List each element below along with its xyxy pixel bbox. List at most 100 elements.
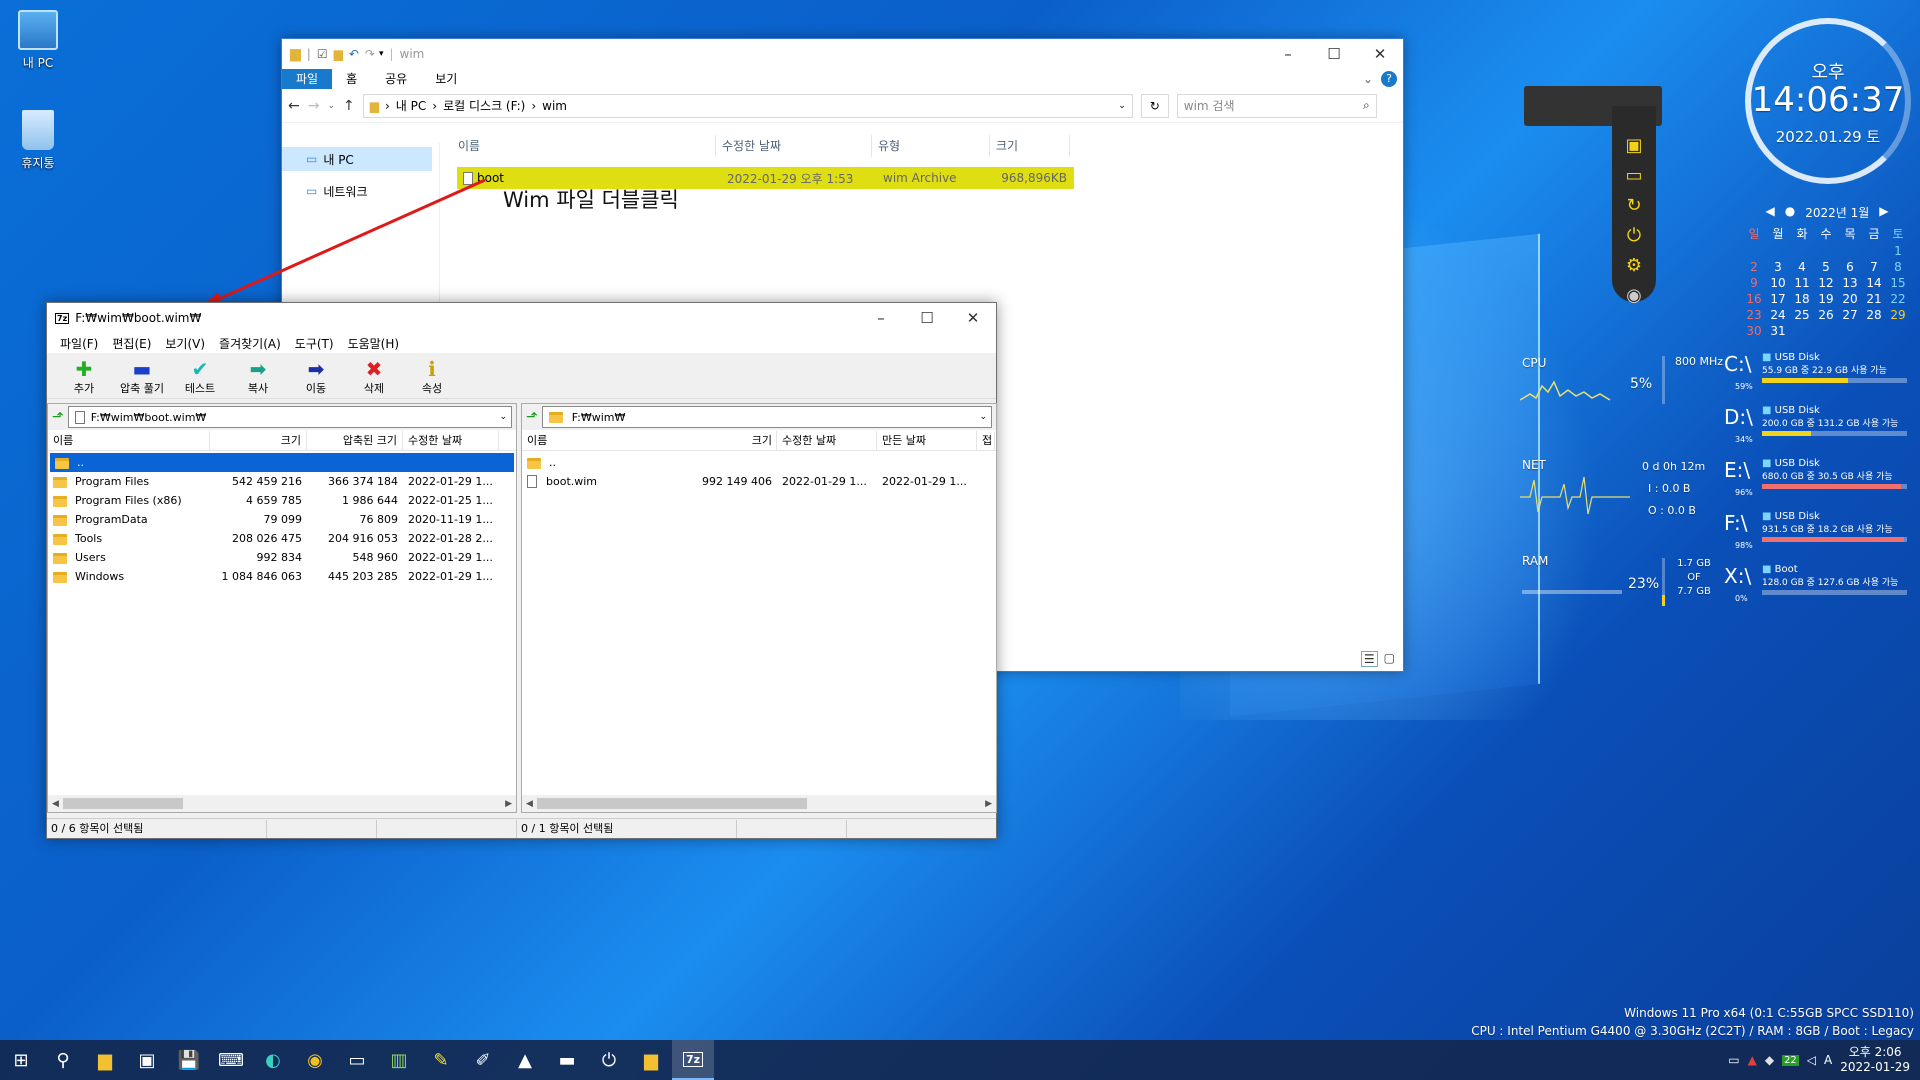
settings-icon[interactable]: ⚙ <box>1612 250 1656 280</box>
delete-button[interactable]: ✖ 삭제 <box>345 354 403 398</box>
calendar-day[interactable]: 18 <box>1790 292 1814 306</box>
list-item[interactable]: Program Files 542 459 216 366 374 184 2022-… <box>48 472 516 491</box>
taskbar-notes-app[interactable]: ✎ <box>420 1040 462 1080</box>
menu-file[interactable]: 파일(F) <box>53 335 105 352</box>
today-dot-icon[interactable]: ● <box>1785 204 1795 221</box>
prev-month-icon[interactable]: ◀ <box>1765 204 1774 221</box>
scroll-left-icon[interactable]: ◀ <box>522 799 537 809</box>
col-created[interactable]: 만든 날짜 <box>877 430 977 451</box>
list-item[interactable]: ProgramData 79 099 76 809 2020-11-19 1... <box>48 510 516 529</box>
left-path-box[interactable]: F:₩wim₩boot.wim₩ ⌄ <box>67 406 512 428</box>
power-icon[interactable]: ⏻ <box>1612 220 1656 250</box>
list-item[interactable]: Program Files (x86) 4 659 785 1 986 644 202… <box>48 491 516 510</box>
taskbar-archive-app[interactable]: ▥ <box>378 1040 420 1080</box>
calendar-day[interactable]: 28 <box>1862 308 1886 322</box>
window-icon[interactable]: ▣ <box>1612 130 1656 160</box>
disc-icon[interactable]: ◉ <box>1612 280 1656 310</box>
taskbar-edge[interactable]: ◐ <box>252 1040 294 1080</box>
drive-item[interactable]: X:\ 0% ■ Boot 128.0 GB 중 127.6 GB 사용 가능 <box>1724 564 1914 614</box>
path-dropdown-icon[interactable]: ⌄ <box>499 412 507 422</box>
drive-item[interactable]: F:\ 98% ■ USB Disk 931.5 GB 중 18.2 GB 사용 가능 <box>1724 511 1914 561</box>
close-button[interactable]: ✕ <box>950 303 996 333</box>
menu-edit[interactable]: 편집(E) <box>105 335 158 352</box>
taskbar-writer-app[interactable]: ✐ <box>462 1040 504 1080</box>
taskbar-terminal[interactable]: ▣ <box>126 1040 168 1080</box>
taskbar-image-app[interactable]: ▲ <box>504 1040 546 1080</box>
calendar-day[interactable]: 2 <box>1742 260 1766 274</box>
taskbar-save-app[interactable]: 💾 <box>168 1040 210 1080</box>
next-month-icon[interactable]: ▶ <box>1879 204 1888 221</box>
calendar-day[interactable]: 12 <box>1814 276 1838 290</box>
calendar-day[interactable]: 6 <box>1838 260 1862 274</box>
move-button[interactable]: ➡ 이동 <box>287 354 345 398</box>
path-dropdown-icon[interactable]: ⌄ <box>979 412 987 422</box>
calendar-day[interactable]: 20 <box>1838 292 1862 306</box>
list-item[interactable]: .. <box>50 453 514 472</box>
calendar-day[interactable]: 26 <box>1814 308 1838 322</box>
menu-help[interactable]: 도움말(H) <box>341 335 407 352</box>
start-button[interactable]: ⊞ <box>0 1040 42 1080</box>
calendar-day[interactable]: 1 <box>1886 244 1910 258</box>
calendar-day[interactable]: 21 <box>1862 292 1886 306</box>
volume-icon[interactable]: ◁ <box>1807 1053 1816 1067</box>
calendar-day[interactable]: 19 <box>1814 292 1838 306</box>
calendar-day[interactable]: 17 <box>1766 292 1790 306</box>
scroll-right-icon[interactable]: ▶ <box>501 799 516 809</box>
taskbar-monitor-app[interactable]: ▭ <box>336 1040 378 1080</box>
calendar-day[interactable]: 24 <box>1766 308 1790 322</box>
menu-favorites[interactable]: 즐겨찾기(A) <box>212 335 288 352</box>
calendar-day[interactable]: 7 <box>1862 260 1886 274</box>
calendar-day[interactable]: 25 <box>1790 308 1814 322</box>
calendar-day[interactable]: 11 <box>1790 276 1814 290</box>
taskbar-explorer-pinned[interactable]: ▆ <box>84 1040 126 1080</box>
taskbar-power-app[interactable]: ⏻ <box>588 1040 630 1080</box>
scroll-thumb[interactable] <box>536 798 807 809</box>
calendar-day[interactable]: 8 <box>1886 260 1910 274</box>
taskbar-rdp-app[interactable]: ▬ <box>546 1040 588 1080</box>
taskbar-7zip[interactable]: 7z <box>672 1040 714 1080</box>
scroll-left-icon[interactable]: ◀ <box>48 799 63 809</box>
copy-button[interactable]: ➡ 복사 <box>229 354 287 398</box>
col-name[interactable]: 이름 <box>48 430 210 451</box>
list-item[interactable]: .. <box>522 453 996 472</box>
tray-chart-icon[interactable]: ▲ <box>1748 1053 1757 1067</box>
col-size[interactable]: 크기 <box>677 431 777 451</box>
list-item[interactable]: Tools 208 026 475 204 916 053 2022-01-28 2.… <box>48 529 516 548</box>
drive-icon[interactable]: ▭ <box>1612 160 1656 190</box>
calendar-day[interactable]: 4 <box>1790 260 1814 274</box>
scroll-right-icon[interactable]: ▶ <box>981 799 996 809</box>
calendar-day[interactable]: 10 <box>1766 276 1790 290</box>
info-button[interactable]: ℹ 속성 <box>403 354 461 398</box>
col-modified[interactable]: 수정한 날짜 <box>777 430 877 451</box>
drop-icon[interactable]: ◆ <box>1765 1053 1774 1067</box>
calendar-day[interactable]: 27 <box>1838 308 1862 322</box>
col-modified[interactable]: 수정한 날짜 <box>403 430 499 451</box>
col-accessed[interactable]: 접 <box>977 430 995 451</box>
drive-item[interactable]: D:\ 34% ■ USB Disk 200.0 GB 중 131.2 GB 사용 가… <box>1724 405 1914 455</box>
list-item[interactable]: Users 992 834 548 960 2022-01-29 1... <box>48 548 516 567</box>
calendar-day[interactable]: 16 <box>1742 292 1766 306</box>
horizontal-scrollbar[interactable]: ◀ ▶ <box>48 795 516 812</box>
calendar-day[interactable]: 3 <box>1766 260 1790 274</box>
calendar-day[interactable]: 31 <box>1766 324 1790 338</box>
drive-item[interactable]: C:\ 59% ■ USB Disk 55.9 GB 중 22.9 GB 사용 가능 <box>1724 352 1914 402</box>
maximize-button[interactable]: ☐ <box>904 303 950 333</box>
calendar-day[interactable]: 29 <box>1886 308 1910 322</box>
battery-badge[interactable]: 22 <box>1782 1054 1799 1066</box>
list-item[interactable]: Windows 1 084 846 063 445 203 285 2022-01-2… <box>48 567 516 586</box>
horizontal-scrollbar[interactable]: ◀ ▶ <box>522 795 996 812</box>
calendar-day[interactable]: 5 <box>1814 260 1838 274</box>
col-packed[interactable]: 압축된 크기 <box>307 430 403 451</box>
list-item[interactable]: boot.wim 992 149 406 2022-01-29 1... 2022-0… <box>522 472 996 491</box>
calendar-day[interactable]: 14 <box>1862 276 1886 290</box>
taskbar-capture-app[interactable]: ⌨ <box>210 1040 252 1080</box>
calendar-day[interactable]: 15 <box>1886 276 1910 290</box>
taskbar-clock[interactable]: 오후 2:06 2022-01-29 <box>1840 1045 1910 1075</box>
drive-item[interactable]: E:\ 96% ■ USB Disk 680.0 GB 중 30.5 GB 사용 가능 <box>1724 458 1914 508</box>
taskbar-explorer[interactable]: ▆ <box>630 1040 672 1080</box>
menu-view[interactable]: 보기(V) <box>158 335 212 352</box>
calendar-day[interactable]: 30 <box>1742 324 1766 338</box>
calendar-day[interactable]: 23 <box>1742 308 1766 322</box>
extract-button[interactable]: ▬ 압축 풀기 <box>113 354 171 398</box>
taskbar-chrome[interactable]: ◉ <box>294 1040 336 1080</box>
